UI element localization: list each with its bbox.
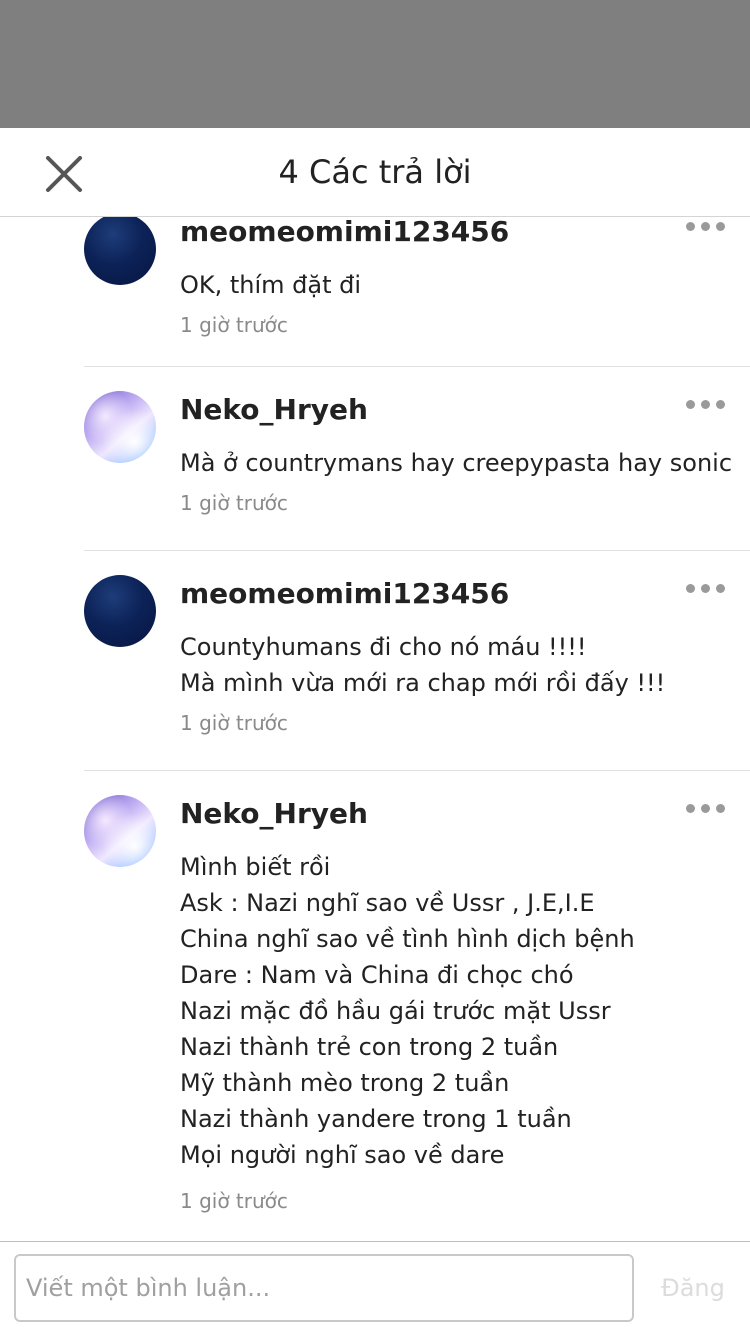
reply-timestamp: 1 giờ trước <box>180 1189 288 1213</box>
dimmed-background-overlay[interactable] <box>0 0 750 128</box>
comment-composer: Đăng <box>0 1241 750 1334</box>
reply-text-line: Ask : Nazi nghĩ sao về Ussr , J.E,I.E <box>180 889 595 917</box>
reply-timestamp: 1 giờ trước <box>180 313 288 337</box>
more-options-button[interactable] <box>686 219 726 233</box>
reply-text-line: Mỹ thành mèo trong 2 tuần <box>180 1069 510 1097</box>
reply-text-line: OK, thím đặt đi <box>180 271 362 299</box>
reply-text: Countyhumans đi cho nó máu !!!! Mà mình … <box>180 629 740 701</box>
comment-input[interactable] <box>14 1254 634 1322</box>
reply-text: Mà ở countrymans hay creepypasta hay son… <box>180 445 740 481</box>
replies-sheet: 4 Các trả lời meomeomimi123456 OK, thím … <box>0 128 750 1334</box>
reply-text: Mình biết rồi Ask : Nazi nghĩ sao về Uss… <box>180 849 740 1173</box>
reply-text-line: Dare : Nam và China đi chọc chó <box>180 961 574 989</box>
sheet-header: 4 Các trả lời <box>0 128 750 217</box>
reply-text-line: Mọi người nghĩ sao về dare <box>180 1141 505 1169</box>
more-options-icon <box>686 584 695 593</box>
reply-item: Neko_Hryeh Mình biết rồi Ask : Nazi nghĩ… <box>84 771 750 1241</box>
reply-item: meomeomimi123456 OK, thím đặt đi 1 giờ t… <box>84 217 750 367</box>
more-options-button[interactable] <box>686 581 726 595</box>
reply-timestamp: 1 giờ trước <box>180 711 288 735</box>
reply-text-line: Mà ở countrymans hay creepypasta hay son… <box>180 449 733 477</box>
reply-username[interactable]: meomeomimi123456 <box>180 575 509 613</box>
more-options-button[interactable] <box>686 801 726 815</box>
reply-timestamp: 1 giờ trước <box>180 491 288 515</box>
reply-item: meomeomimi123456 Countyhumans đi cho nó … <box>84 551 750 771</box>
reply-text-line: China nghĩ sao về tình hình dịch bệnh <box>180 925 635 953</box>
reply-item: Neko_Hryeh Mà ở countrymans hay creepypa… <box>84 367 750 551</box>
more-options-icon <box>686 222 695 231</box>
reply-username[interactable]: Neko_Hryeh <box>180 795 368 833</box>
reply-text-line: Nazi thành yandere trong 1 tuần <box>180 1105 572 1133</box>
reply-text-line: Mà mình vừa mới ra chap mới rồi đấy !!! <box>180 669 666 697</box>
avatar[interactable] <box>84 391 156 463</box>
more-options-icon <box>686 804 695 813</box>
more-options-button[interactable] <box>686 397 726 411</box>
post-button[interactable]: Đăng <box>648 1254 738 1322</box>
page-title: 4 Các trả lời <box>278 153 472 191</box>
more-options-icon <box>686 400 695 409</box>
avatar[interactable] <box>84 795 156 867</box>
reply-text-line: Countyhumans đi cho nó máu !!!! <box>180 633 587 661</box>
reply-username[interactable]: Neko_Hryeh <box>180 391 368 429</box>
avatar[interactable] <box>84 575 156 647</box>
avatar[interactable] <box>84 217 156 285</box>
reply-text-line: Nazi mặc đồ hầu gái trước mặt Ussr <box>180 997 611 1025</box>
reply-text: OK, thím đặt đi <box>180 267 740 303</box>
reply-text-line: Nazi thành trẻ con trong 2 tuần <box>180 1033 559 1061</box>
replies-list[interactable]: meomeomimi123456 OK, thím đặt đi 1 giờ t… <box>0 217 750 1241</box>
reply-text-line: Mình biết rồi <box>180 853 331 881</box>
reply-username[interactable]: meomeomimi123456 <box>180 217 509 251</box>
